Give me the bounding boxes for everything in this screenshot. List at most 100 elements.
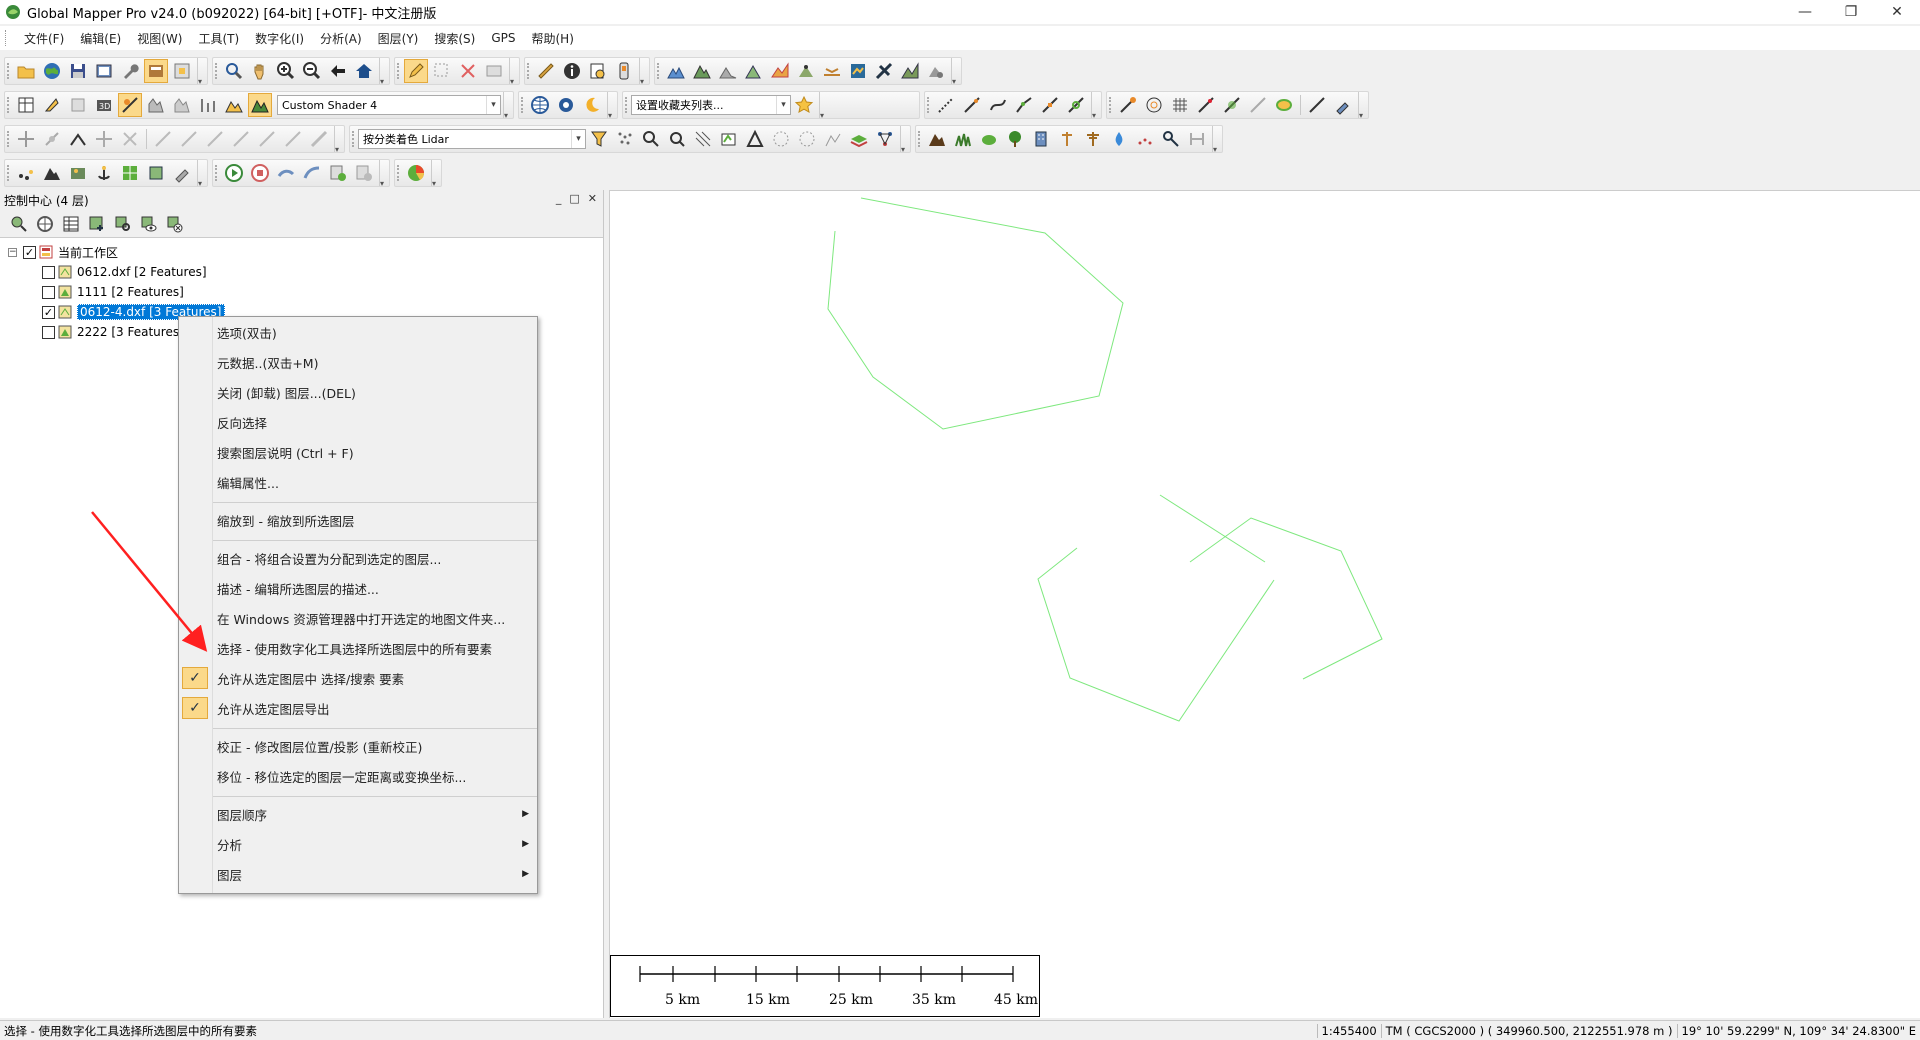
anchor-icon[interactable] [92,161,116,185]
menu-select-all-features[interactable]: 选择 - 使用数字化工具选择所选图层中的所有要素 [179,635,537,661]
lidar-query-icon[interactable] [665,127,689,151]
zoom-out-icon[interactable] [300,59,324,83]
menu-view[interactable]: 视图(W) [129,30,190,47]
smooth-icon[interactable] [1246,93,1270,117]
cogo-icon[interactable] [1116,93,1140,117]
grade-icon[interactable] [898,59,922,83]
tree-icon[interactable] [1003,127,1027,151]
panel-float-button[interactable]: □ [569,192,579,205]
menu-layer[interactable]: 图层(Y) [370,30,427,47]
mountain-icon[interactable] [40,161,64,185]
noise-icon[interactable] [1133,127,1157,151]
delete-x-icon[interactable] [456,59,480,83]
lidar-grid-icon[interactable] [691,127,715,151]
layer-checkbox[interactable] [42,285,55,299]
water-drop-icon[interactable] [1107,127,1131,151]
web-layer-icon[interactable] [33,212,57,236]
menu-edit-attributes[interactable]: 编辑属性... [179,469,537,495]
edit-vertex-icon[interactable] [1331,93,1355,117]
move-vertex-icon[interactable] [14,127,38,151]
menu-layer-order[interactable]: 图层顺序 ▶ [179,801,537,827]
globe-icon[interactable] [40,59,64,83]
scatter-icon[interactable] [14,161,38,185]
menu-open-folder[interactable]: 在 Windows 资源管理器中打开选定的地图文件夹... [179,605,537,631]
lidar-classify-icon[interactable] [717,127,741,151]
rubber-sheet-icon[interactable] [40,93,64,117]
path-profile-icon[interactable] [586,59,610,83]
edit-line-4-icon[interactable] [229,127,253,151]
lidar-network-icon[interactable] [873,127,897,151]
chevron-down-icon[interactable]: ▾ [486,96,500,114]
point-line-icon[interactable] [1194,93,1218,117]
lidar-search-icon[interactable] [639,127,663,151]
panel-minimize-button[interactable]: _ [556,192,562,205]
play-icon[interactable] [222,161,246,185]
pan-hand-icon[interactable] [248,59,272,83]
menu-allow-export[interactable]: ✓ 允许从选定图层导出 [179,695,537,721]
edit-line-1-icon[interactable] [151,127,175,151]
stop-icon[interactable] [248,161,272,185]
zoom-in-icon[interactable] [274,59,298,83]
density-icon[interactable] [924,59,948,83]
edit-line-5-icon[interactable] [255,127,279,151]
close-button[interactable]: ✕ [1874,0,1920,24]
power-line-icon[interactable] [1081,127,1105,151]
add-keyframe-icon[interactable] [326,161,350,185]
lidar-filter-icon[interactable] [587,127,611,151]
menu-grip[interactable] [5,30,8,46]
menu-options[interactable]: 选项(双击) [179,319,537,345]
minimize-button[interactable]: — [1782,0,1828,24]
select-rect-icon[interactable] [430,59,454,83]
menu-describe[interactable]: 描述 - 编辑所选图层的描述... [179,575,537,601]
measure-ruler-icon[interactable] [534,59,558,83]
fly-path-icon[interactable] [300,161,324,185]
layers-stack-icon[interactable] [847,127,871,151]
control-center-icon[interactable] [144,59,168,83]
menu-digitize[interactable]: 数字化(I) [247,30,312,47]
map-view[interactable] [609,190,1920,1018]
maximize-button[interactable]: ❐ [1828,0,1874,24]
layer-row[interactable]: 1111 [2 Features] [0,282,603,302]
digitizer-pencil-icon[interactable] [404,59,428,83]
terrain-icon[interactable] [664,59,688,83]
grid-create-icon[interactable] [1168,93,1192,117]
building-icon[interactable] [1029,127,1053,151]
area-shape-icon[interactable] [1272,93,1296,117]
edit-line-3-icon[interactable] [203,127,227,151]
lidar-terrain-icon[interactable] [821,127,845,151]
settings-gear-icon[interactable] [554,93,578,117]
menu-layer-sub[interactable]: 图层 ▶ [179,861,537,887]
curve-icon[interactable] [986,93,1010,117]
menu-allow-select[interactable]: ✓ 允许从选定图层中 选择/搜索 要素 [179,665,537,691]
feature-info-icon[interactable] [482,59,506,83]
map-image-icon[interactable] [846,59,870,83]
power-pole-icon[interactable] [1055,127,1079,151]
range-ring-icon[interactable] [1142,93,1166,117]
menu-help[interactable]: 帮助(H) [524,30,582,47]
mountain-shader-icon[interactable] [248,93,272,117]
star-bookmark-icon[interactable] [792,93,816,117]
menu-search[interactable]: 搜索(S) [426,30,483,47]
moon-icon[interactable] [580,93,604,117]
breakline-icon[interactable] [1185,127,1209,151]
open-folder-icon[interactable] [14,59,38,83]
layer-search-icon[interactable] [111,212,135,236]
menu-group[interactable]: 组合 - 将组合设置为分配到选定的图层... [179,545,537,571]
grass-icon[interactable] [951,127,975,151]
shader-slope-icon[interactable] [118,93,142,117]
vertical-exaggeration-icon[interactable] [196,93,220,117]
line-split-icon[interactable] [1038,93,1062,117]
zoom-to-layer-icon[interactable] [7,212,31,236]
check-edit-icon[interactable] [1305,93,1329,117]
rotate-icon[interactable] [40,127,64,151]
menu-metadata[interactable]: 元数据..(双击+M) [179,349,537,375]
layer-hide-icon[interactable] [163,212,187,236]
line-join-icon[interactable] [1064,93,1088,117]
chevron-down-icon[interactable]: ▾ [571,130,585,148]
export-icon[interactable] [92,59,116,83]
menu-rectify[interactable]: 校正 - 修改图层位置/投影 (重新校正) [179,733,537,759]
layer-checkbox[interactable] [42,325,55,339]
add-layer-icon[interactable] [85,212,109,236]
edit-line-2-icon[interactable] [177,127,201,151]
brush-icon[interactable] [170,161,194,185]
